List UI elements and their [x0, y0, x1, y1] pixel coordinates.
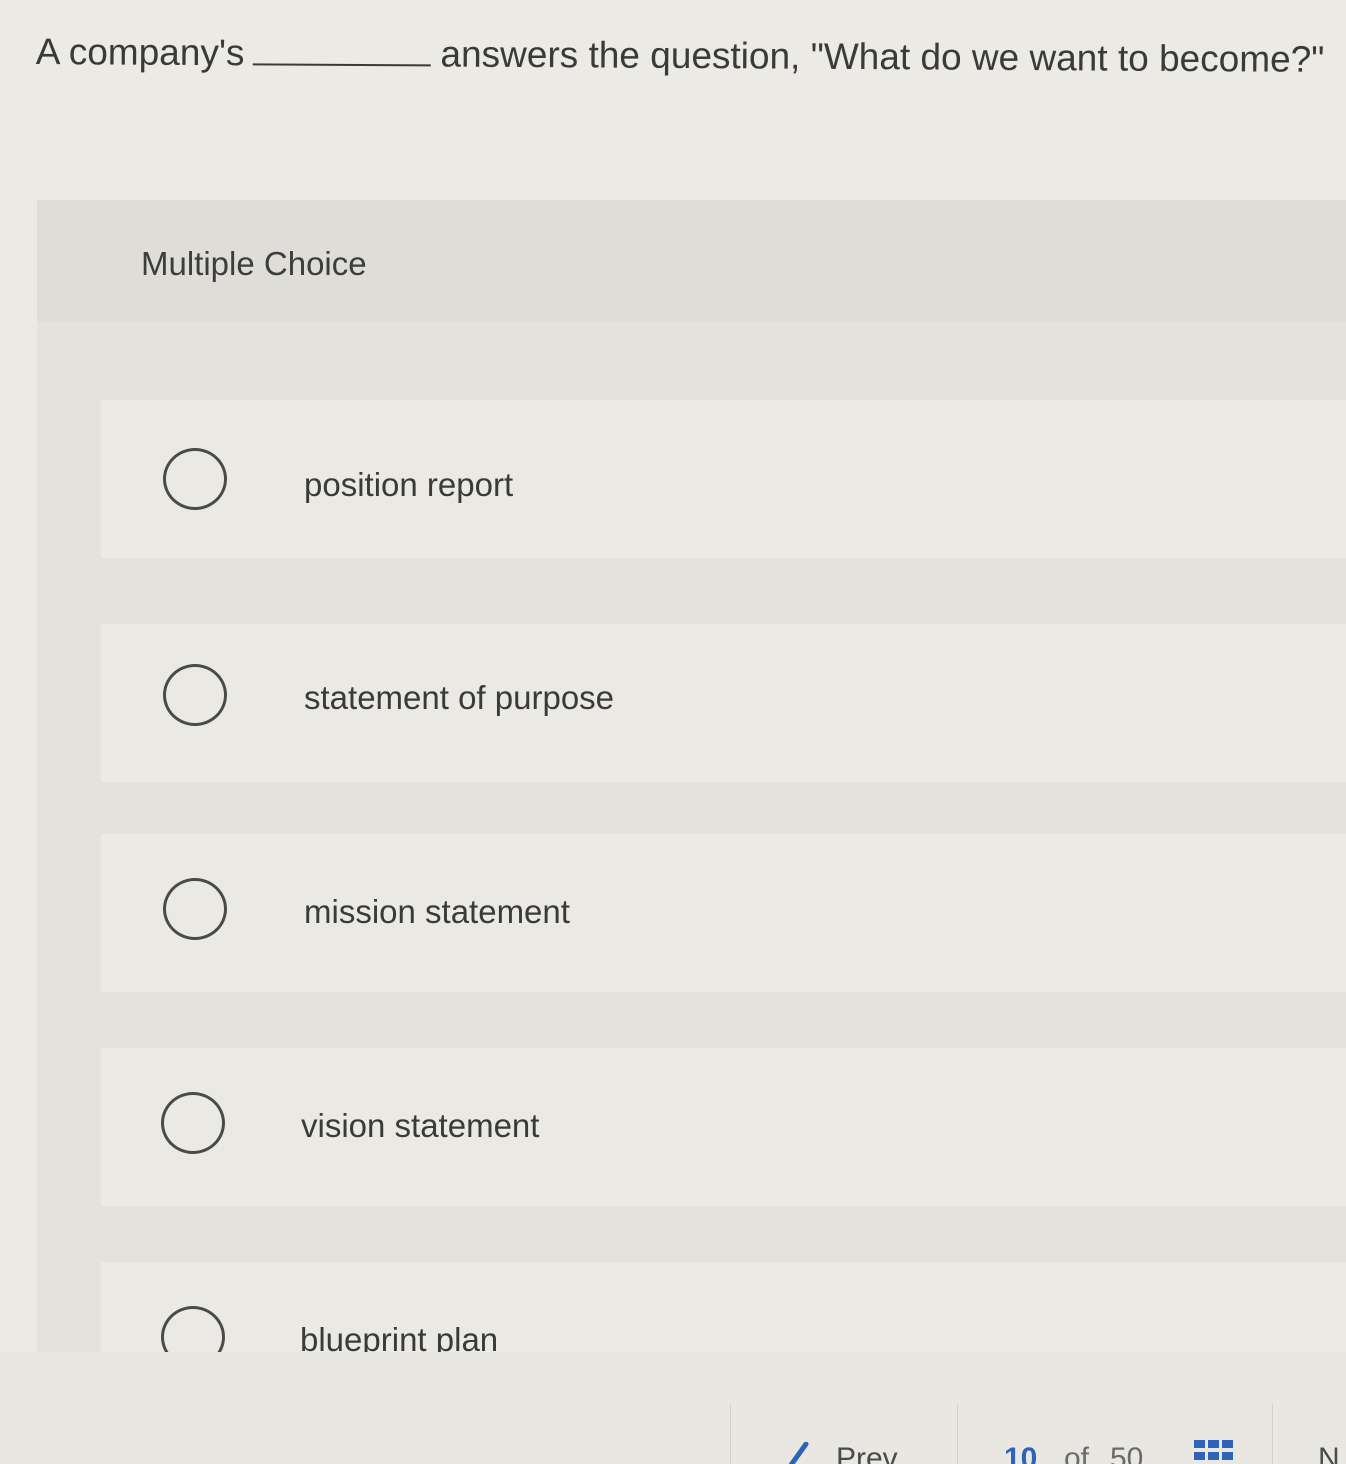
choice-label: blueprint plan — [300, 1321, 499, 1352]
prev-button[interactable]: Prev — [760, 1430, 930, 1464]
radio-button-icon[interactable] — [163, 448, 227, 510]
radio-button-icon[interactable] — [163, 878, 227, 940]
choice-option-3[interactable]: mission statement — [101, 834, 1346, 992]
nav-divider — [730, 1404, 731, 1464]
radio-button-icon[interactable] — [161, 1092, 225, 1154]
question-prefix: A company's — [35, 30, 245, 74]
chevron-left-icon — [788, 1442, 809, 1464]
multiple-choice-header: Multiple Choice — [37, 200, 1346, 322]
page-indicator[interactable]: 10 of 50 — [1000, 1430, 1180, 1464]
prev-label: Prev — [836, 1442, 898, 1464]
choice-label: position report — [304, 466, 514, 503]
total-pages: 50 — [1110, 1442, 1144, 1464]
next-label: N — [1318, 1442, 1340, 1464]
navigation-bar: Prev 10 of 50 N — [0, 1352, 1346, 1464]
question-suffix: answers the question, "What do we want t… — [440, 33, 1325, 80]
radio-button-icon[interactable] — [161, 1306, 225, 1352]
current-page: 10 — [1004, 1442, 1038, 1464]
multiple-choice-title: Multiple Choice — [141, 245, 367, 282]
grid-icon[interactable] — [1194, 1440, 1234, 1462]
choice-option-1[interactable]: position report — [101, 400, 1346, 558]
choice-label: mission statement — [304, 893, 570, 930]
choice-label: statement of purpose — [304, 679, 615, 716]
choice-option-5[interactable]: blueprint plan — [101, 1262, 1346, 1352]
choice-label: vision statement — [301, 1107, 540, 1144]
multiple-choice-panel: Multiple Choice position report statemen… — [37, 200, 1346, 1352]
choice-option-2[interactable]: statement of purpose — [101, 624, 1346, 782]
question-text: A company's answers the question, "What d… — [36, 28, 1336, 84]
of-label: of — [1064, 1442, 1090, 1464]
choice-option-4[interactable]: vision statement — [101, 1048, 1346, 1206]
nav-divider — [1272, 1404, 1273, 1464]
radio-button-icon[interactable] — [163, 664, 227, 726]
nav-divider — [957, 1404, 958, 1464]
answer-blank — [252, 33, 431, 67]
next-button[interactable]: N — [1316, 1430, 1346, 1464]
